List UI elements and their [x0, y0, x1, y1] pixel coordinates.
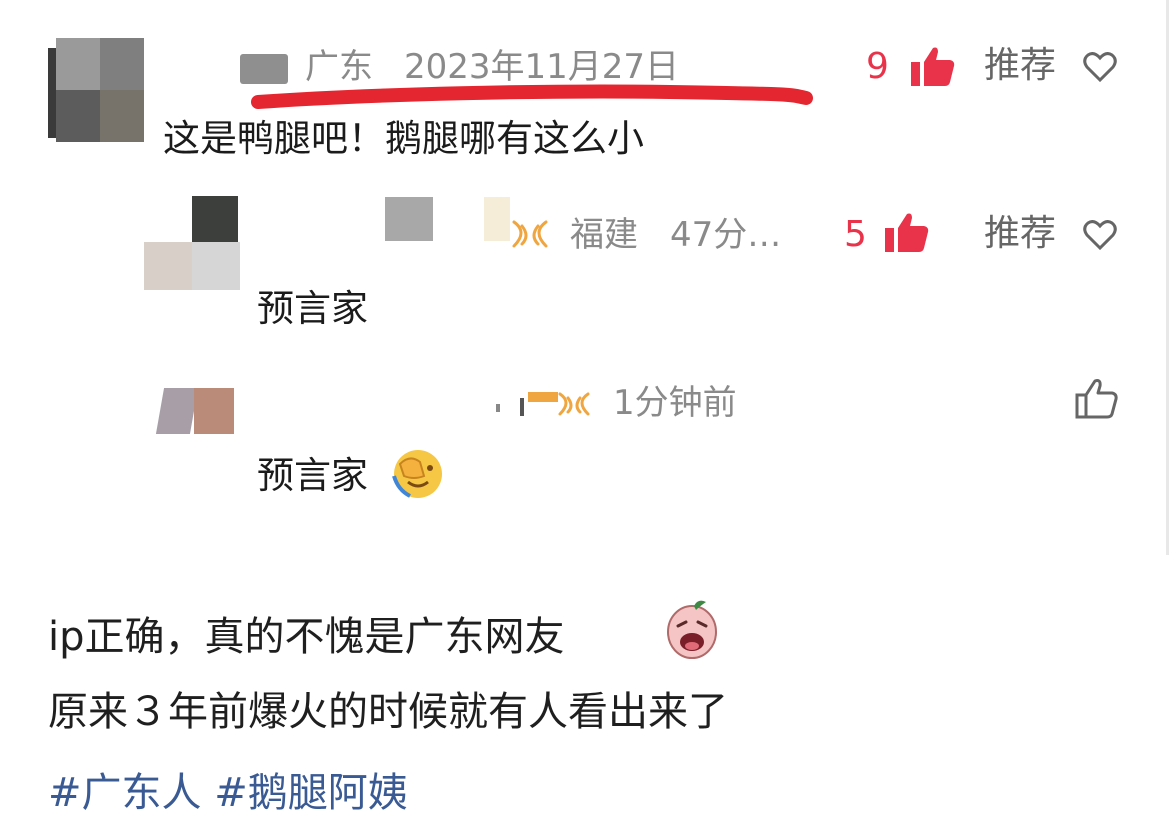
- comment-text: 这是鸭腿吧！鹅腿哪有这么小: [163, 117, 644, 160]
- face-palm-emoji-icon: [392, 450, 442, 498]
- comment-avatar[interactable]: [48, 38, 144, 146]
- reply-avatar[interactable]: [142, 196, 242, 294]
- comment-location: 广东: [305, 47, 373, 87]
- caption-line-2: 原来３年前爆火的时候就有人看出来了: [48, 689, 728, 735]
- thumbs-up-outline-icon[interactable]: [1075, 378, 1119, 420]
- username-blurred[interactable]: [385, 197, 433, 241]
- thumbs-up-filled-icon[interactable]: [884, 212, 930, 254]
- username-blurred[interactable]: [520, 398, 524, 416]
- hashtag-link[interactable]: #鹅腿阿姨: [214, 770, 408, 816]
- heart-outline-icon[interactable]: [1083, 52, 1117, 82]
- reply-location: 福建: [570, 215, 638, 255]
- username-blurred[interactable]: [484, 197, 510, 241]
- thumbs-up-filled-icon[interactable]: [910, 46, 956, 88]
- reply-time: 47分…: [670, 215, 782, 255]
- hashtag-row: #广东人 #鹅腿阿姨: [48, 773, 408, 813]
- badge-icon: [512, 220, 548, 248]
- reply-text: 预言家: [257, 454, 368, 497]
- like-count: 5: [844, 214, 867, 255]
- recommend-label[interactable]: 推荐: [984, 48, 1056, 84]
- reply-time: 1分钟前: [613, 383, 737, 423]
- crying-face-emoji-icon: [667, 600, 717, 659]
- username-blurred[interactable]: [240, 54, 288, 84]
- red-underline-annotation: [251, 84, 813, 109]
- reply-avatar[interactable]: [150, 388, 236, 438]
- recommend-label[interactable]: 推荐: [984, 216, 1056, 252]
- heart-outline-icon[interactable]: [1083, 220, 1117, 250]
- hashtag-link[interactable]: #广东人: [48, 770, 202, 816]
- username-blurred[interactable]: [496, 404, 500, 412]
- comment-date: 2023年11月27日: [404, 47, 680, 87]
- like-count: 9: [866, 46, 889, 87]
- caption-line-1: ip正确，真的不愧是广东网友: [48, 614, 565, 660]
- hashtag-spacer: [202, 770, 215, 816]
- badge-icon: [528, 392, 590, 416]
- reply-text: 预言家: [257, 287, 368, 330]
